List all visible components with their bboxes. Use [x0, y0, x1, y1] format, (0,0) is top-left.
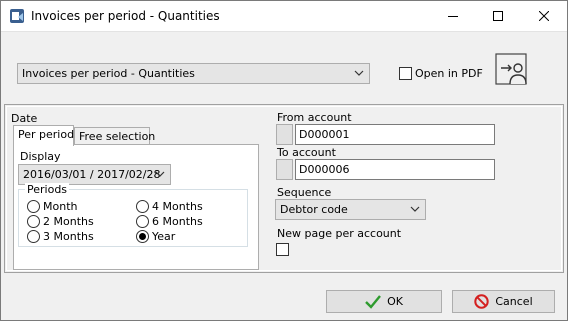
- close-icon: [538, 11, 549, 21]
- no-entry-icon: [474, 294, 490, 309]
- open-in-pdf-label: Open in PDF: [415, 67, 483, 80]
- radio-selected-dot: [139, 233, 146, 240]
- report-app-icon: [10, 9, 24, 23]
- chevron-down-icon: [155, 171, 165, 177]
- from-account-label: From account: [277, 111, 352, 124]
- display-period-value: 2016/03/01 / 2017/02/28: [23, 168, 161, 181]
- radio-year-label: Year: [152, 230, 176, 243]
- from-account-lookup-button[interactable]: [276, 124, 293, 145]
- radio-6-months[interactable]: [136, 215, 149, 228]
- new-page-label: New page per account: [277, 227, 402, 240]
- ok-button[interactable]: OK: [326, 290, 442, 313]
- sequence-value: Debtor code: [280, 203, 348, 216]
- title-bar: Invoices per period - Quantities: [1, 1, 567, 31]
- report-select-value: Invoices per period - Quantities: [22, 67, 195, 80]
- radio-6-months-label: 6 Months: [152, 215, 203, 228]
- minimize-button[interactable]: [430, 1, 475, 31]
- sequence-label: Sequence: [277, 186, 332, 199]
- sequence-select[interactable]: Debtor code: [275, 199, 426, 220]
- to-account-label: To account: [277, 146, 336, 159]
- radio-2-months-label: 2 Months: [43, 215, 94, 228]
- from-account-input[interactable]: D000001: [295, 124, 495, 145]
- to-account-input[interactable]: D000006: [295, 159, 495, 180]
- chevron-down-icon: [410, 206, 420, 212]
- maximize-button[interactable]: [475, 1, 520, 31]
- cancel-button[interactable]: Cancel: [452, 290, 555, 313]
- tab-per-period[interactable]: Per period: [13, 125, 74, 146]
- radio-year[interactable]: [136, 230, 149, 243]
- radio-4-months[interactable]: [136, 200, 149, 213]
- minimize-icon: [447, 16, 458, 17]
- close-button[interactable]: [521, 1, 566, 31]
- title-separator: [1, 31, 567, 32]
- report-select[interactable]: Invoices per period - Quantities: [17, 63, 370, 84]
- radio-month-label: Month: [43, 200, 78, 213]
- date-section-label: Date: [11, 112, 38, 125]
- open-in-pdf-checkbox[interactable]: [399, 67, 412, 80]
- ok-button-label: OK: [387, 295, 403, 308]
- to-account-lookup-button[interactable]: [276, 159, 293, 180]
- display-period-select[interactable]: 2016/03/01 / 2017/02/28: [18, 164, 171, 185]
- to-account-value: D000006: [299, 163, 350, 176]
- radio-3-months[interactable]: [27, 230, 40, 243]
- periods-group-title: Periods: [25, 183, 70, 196]
- radio-4-months-label: 4 Months: [152, 200, 203, 213]
- radio-month[interactable]: [27, 200, 40, 213]
- chevron-down-icon: [354, 70, 364, 76]
- export-to-person-icon[interactable]: [495, 53, 529, 87]
- from-account-value: D000001: [299, 128, 350, 141]
- radio-3-months-label: 3 Months: [43, 230, 94, 243]
- cancel-button-label: Cancel: [495, 295, 533, 308]
- maximize-icon: [492, 11, 503, 21]
- window-title: Invoices per period - Quantities: [31, 9, 220, 23]
- dialog-window: Invoices per period - Quantities Invoice…: [0, 0, 568, 321]
- check-icon: [365, 294, 381, 309]
- display-label: Display: [20, 150, 61, 163]
- new-page-checkbox[interactable]: [276, 243, 289, 256]
- radio-2-months[interactable]: [27, 215, 40, 228]
